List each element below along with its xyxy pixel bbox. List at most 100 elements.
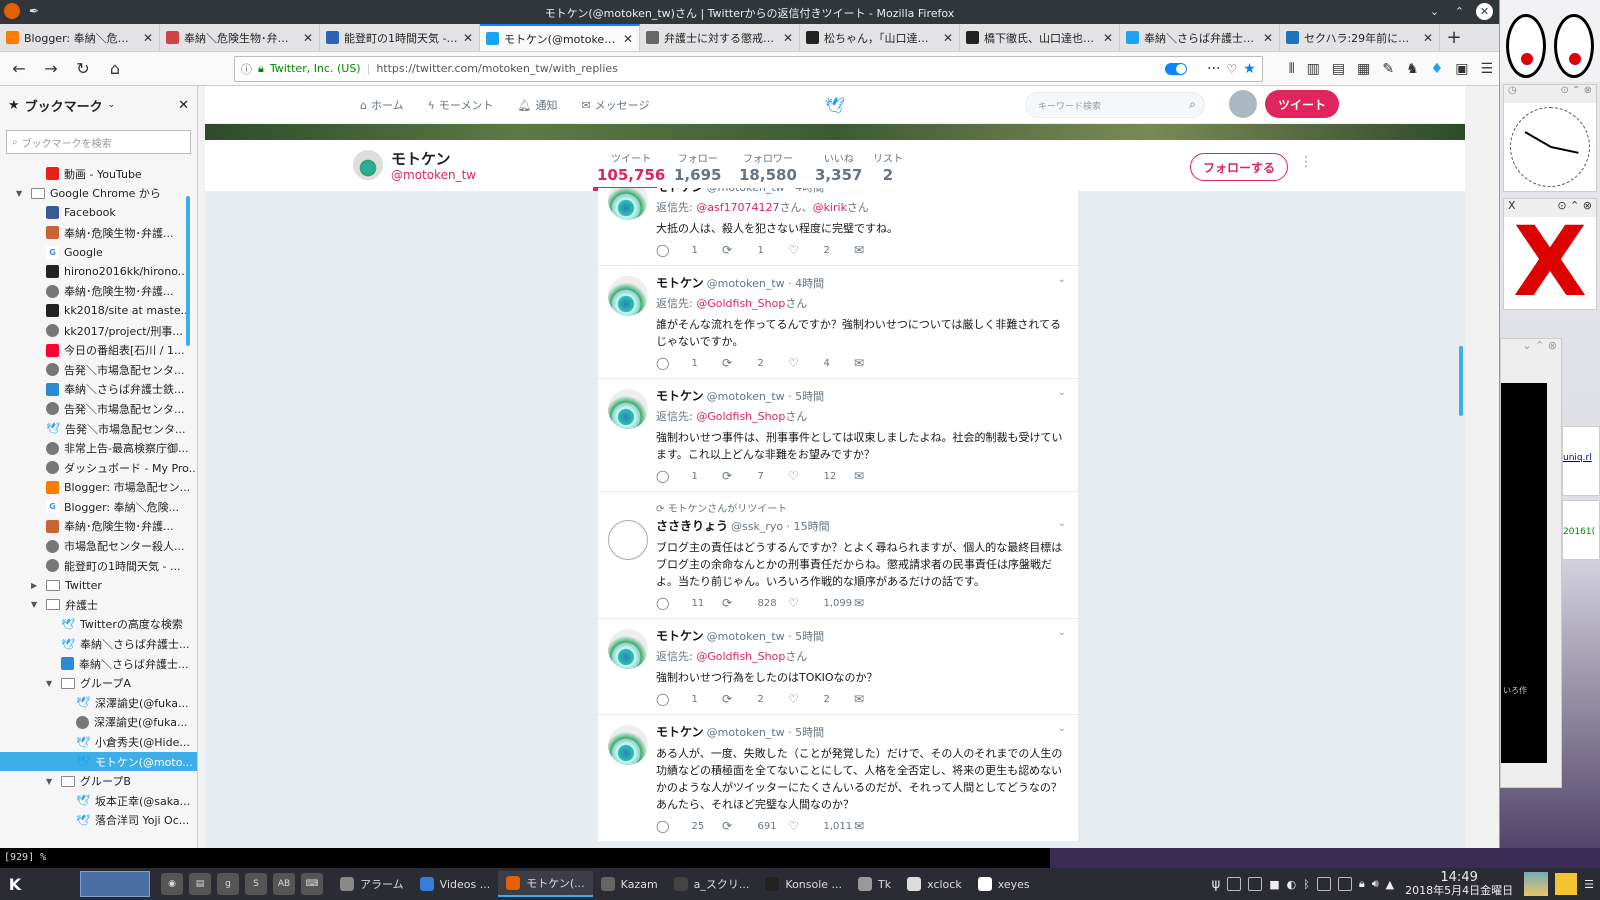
tweet[interactable]: ⌄ モトケン @motoken_tw · 5時間 返信先: @Goldfish_Sho… <box>598 379 1078 492</box>
url-text[interactable]: https://twitter.com/motoken_tw/with_repl… <box>376 62 1159 75</box>
tab-close-icon[interactable]: ✕ <box>1263 31 1273 45</box>
dm-action[interactable]: ✉ <box>854 469 920 483</box>
window-titlebar[interactable]: ✒ モトケン(@motoken_tw)さん | Twitterからの返信付きツイ… <box>0 0 1499 24</box>
info-icon[interactable]: ⓘ <box>241 61 252 77</box>
bookmark-item[interactable]: 告発＼市場急配センタ... <box>0 360 197 380</box>
retweet-action[interactable]: ⟳ 7 <box>722 469 788 483</box>
bookmark-item[interactable]: 奉納･危険生物･弁護... <box>0 517 197 537</box>
tweet-author-handle[interactable]: @motoken_tw <box>707 277 785 290</box>
tweet-time[interactable]: 4時間 <box>795 188 824 194</box>
bookmark-folder[interactable]: ▼ 弁護士 <box>0 595 197 615</box>
like-action[interactable]: ♡ 1,099 <box>788 596 854 610</box>
bookmark-item[interactable]: G Blogger: 奉納＼危険... <box>0 497 197 517</box>
browser-tab[interactable]: セクハラ:29年前に初の ✕ <box>1280 24 1440 51</box>
like-action[interactable]: ♡ 2 <box>788 243 854 257</box>
expanded-arrow-icon[interactable]: ▼ <box>46 777 56 786</box>
taskbar-task[interactable]: Kazam <box>593 871 666 897</box>
bookmark-item[interactable]: 🕊︎ 深澤諭史(@fuka... <box>0 693 197 713</box>
browser-tab[interactable]: 橋下徹氏、山口達也に｢ ✕ <box>960 24 1120 51</box>
new-tab-icon[interactable]: + <box>1440 24 1468 51</box>
display-icon[interactable] <box>1316 877 1331 891</box>
tweet-avatar[interactable] <box>608 276 648 316</box>
taskbar-task[interactable]: xclock <box>899 871 970 897</box>
bookmark-item[interactable]: 告発＼市場急配センタ... <box>0 399 197 419</box>
back-icon[interactable]: ← <box>6 56 32 82</box>
tweet-author-name[interactable]: ささきりょう <box>656 519 728 533</box>
retweet-action[interactable]: ⟳ 1 <box>722 243 788 257</box>
profile-stat-0[interactable]: ツイート 105,756 <box>597 150 665 184</box>
tab-close-icon[interactable]: ✕ <box>1423 31 1433 45</box>
nav-messages[interactable]: ✉ メッセージ <box>581 97 649 113</box>
site-identity[interactable]: Twitter, Inc. (US) <box>270 62 361 75</box>
menu-icon[interactable]: ☰ <box>1480 61 1493 77</box>
maximize-icon[interactable]: ⌃ <box>1451 3 1468 20</box>
collapsed-arrow-icon[interactable]: ▶ <box>31 581 41 590</box>
input-method-icon[interactable] <box>1248 877 1263 891</box>
s-launcher-icon[interactable]: S <box>245 873 267 895</box>
tweet[interactable]: ⌄ モトケン @motoken_tw · 4時間 返信先: @Goldfish_Sho… <box>598 266 1078 379</box>
tab-close-icon[interactable]: ✕ <box>143 31 153 45</box>
bookmark-item[interactable]: 🕊︎ 落合洋司 Yoji Oc... <box>0 811 197 831</box>
window-date[interactable]: 20161( <box>1562 500 1600 560</box>
bookmark-item[interactable]: 🕊︎ 奉納＼さらば弁護士... <box>0 634 197 654</box>
tweet-time[interactable]: 5時間 <box>795 630 824 643</box>
tweet-author-name[interactable]: モトケン <box>656 389 704 403</box>
minimize-icon[interactable]: ⌄ <box>1426 3 1443 20</box>
tweet-author-handle[interactable]: @ssk_ryo <box>731 520 783 533</box>
like-action[interactable]: ♡ 1,011 <box>788 819 854 833</box>
bluetooth-icon[interactable]: ᛒ <box>1303 878 1310 891</box>
bookmark-item[interactable]: 奉納＼さらば弁護士... <box>0 654 197 674</box>
network-icon[interactable]: ψ <box>1212 877 1221 892</box>
tweet[interactable]: ⌄モトケン@motoken_tw · 4時間返信先: @asf17074127さ… <box>598 188 1078 266</box>
bookmark-item[interactable]: 🕊︎ Twitterの高度な検索 <box>0 615 197 635</box>
desktop-pager[interactable] <box>80 871 150 897</box>
reply-action[interactable]: ◯ 1 <box>656 469 722 483</box>
addon-grid-icon[interactable]: ▦ <box>1357 61 1370 77</box>
font-launcher-icon[interactable]: AB <box>273 873 295 895</box>
taskbar-task[interactable]: Videos ... <box>412 871 499 897</box>
profile-name[interactable]: モトケン <box>391 148 451 169</box>
dm-action[interactable]: ✉ <box>854 692 920 706</box>
dark-window-controls[interactable]: ⌄ ⌃ ⊗ <box>1501 339 1561 357</box>
browser-tab[interactable]: 奉納＼さらば弁護士鉄道 ✕ <box>1120 24 1280 51</box>
tweet-time[interactable]: 15時間 <box>794 520 830 533</box>
clipboard-icon[interactable]: ▣ <box>1455 61 1468 77</box>
g-launcher-icon[interactable]: g <box>217 873 239 895</box>
tweet-time[interactable]: 4時間 <box>795 277 824 290</box>
user-avatar[interactable] <box>1229 90 1257 118</box>
reload-icon[interactable]: ↻ <box>70 56 96 82</box>
bookmark-item[interactable]: 奉納･危険生物･弁護... <box>0 282 197 302</box>
close-window-icon[interactable]: ✕ <box>1476 3 1493 20</box>
volume-icon[interactable]: 🔊︎ <box>1372 877 1379 891</box>
pen-icon[interactable]: ✎ <box>1382 61 1394 77</box>
lock-tray-icon[interactable]: 🔒︎ <box>1359 877 1365 891</box>
taskbar-task[interactable]: a_スクリ... <box>666 871 758 897</box>
tweet-author-handle[interactable]: @motoken_tw <box>707 188 785 194</box>
terminal-strip[interactable]: [929] % <box>0 848 1050 868</box>
reply-to-link[interactable]: @asf17074127 <box>696 201 779 214</box>
tweet-avatar[interactable] <box>608 520 648 560</box>
xclock-window[interactable]: ◷ ⊙ ⌃ ⊗ <box>1503 84 1597 192</box>
expanded-arrow-icon[interactable]: ▼ <box>46 679 56 688</box>
profile-handle[interactable]: @motoken_tw <box>391 168 476 182</box>
library-icon[interactable]: ⫴ <box>1289 61 1295 77</box>
tweet-menu-chevron-icon[interactable]: ⌄ <box>1058 627 1066 638</box>
browser-tab[interactable]: 弁護士に対する懲戒請求 ✕ <box>640 24 800 51</box>
follow-button[interactable]: フォローする <box>1190 153 1288 181</box>
retweet-action[interactable]: ⟳ 691 <box>722 819 788 833</box>
expanded-arrow-icon[interactable]: ▼ <box>16 189 26 198</box>
reply-action[interactable]: ◯ 25 <box>656 819 722 833</box>
tab-close-icon[interactable]: ✕ <box>623 32 633 46</box>
tweet-avatar[interactable] <box>608 188 648 220</box>
tab-close-icon[interactable]: ✕ <box>303 31 313 45</box>
tweet-menu-chevron-icon[interactable]: ⌄ <box>1058 387 1066 398</box>
browser-tab[interactable]: 能登町の1時間天気 - 日 ✕ <box>320 24 480 51</box>
profile-avatar[interactable] <box>353 150 383 180</box>
reply-action[interactable]: ◯ 1 <box>656 356 722 370</box>
bookmark-folder[interactable]: ▼ グループA <box>0 673 197 693</box>
home-icon[interactable]: ⌂ <box>102 56 128 82</box>
wallpaper-thumb-icon[interactable] <box>1524 872 1549 896</box>
reply-to-link[interactable]: @Goldfish_Shop <box>696 650 785 663</box>
bookmark-item[interactable]: Blogger: 市場急配セン... <box>0 478 197 498</box>
tweet-menu-chevron-icon[interactable]: ⌄ <box>1058 274 1066 285</box>
